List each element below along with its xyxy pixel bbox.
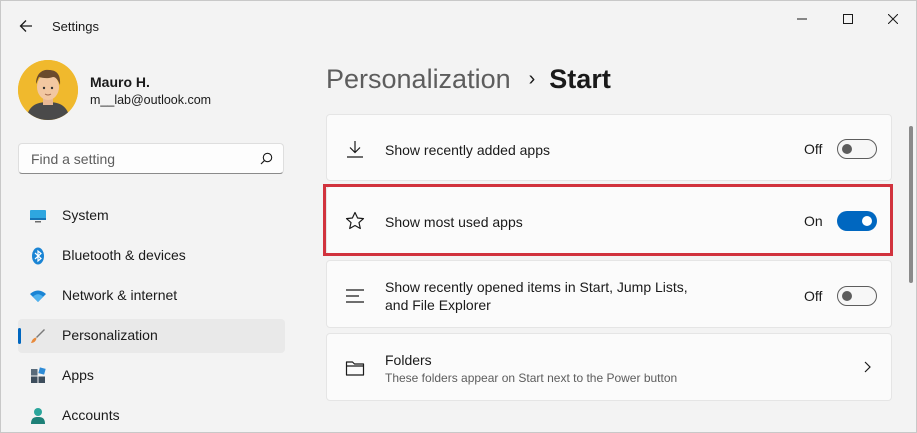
breadcrumb-separator: ›	[528, 67, 536, 90]
folder-icon	[345, 361, 365, 376]
setting-label: Folders	[385, 352, 432, 368]
maximize-button[interactable]	[828, 7, 868, 31]
person-icon	[31, 408, 45, 424]
active-indicator	[18, 328, 21, 344]
title-bar: Settings	[1, 1, 916, 51]
user-email: m__lab@outlook.com	[90, 93, 212, 107]
chevron-right-icon	[864, 361, 871, 373]
paintbrush-icon	[31, 329, 45, 343]
toggle-state-text: Off	[804, 141, 823, 157]
download-icon	[347, 141, 363, 158]
setting-label-line2: and File Explorer	[385, 297, 491, 313]
toggle-knob	[842, 144, 852, 154]
nav-label: Bluetooth & devices	[62, 247, 186, 263]
breadcrumb-parent[interactable]: Personalization	[326, 64, 511, 95]
recently-opened-toggle[interactable]	[837, 286, 877, 306]
search-input[interactable]	[29, 150, 253, 168]
nav-label: Accounts	[62, 407, 120, 423]
maximize-icon	[843, 14, 853, 24]
setting-folders[interactable]: Folders These folders appear on Start ne…	[326, 333, 892, 401]
minimize-button[interactable]	[782, 7, 822, 31]
nav-item-system[interactable]: System	[18, 199, 285, 233]
nav-item-accounts[interactable]: Accounts	[18, 399, 285, 433]
breadcrumb: Personalization › Start	[326, 59, 611, 99]
nav-label: Personalization	[62, 327, 158, 343]
avatar[interactable]	[18, 60, 78, 120]
monitor-icon	[30, 210, 46, 223]
nav-item-network[interactable]: Network & internet	[18, 279, 285, 313]
bluetooth-icon	[32, 247, 44, 265]
close-icon	[888, 14, 898, 24]
search-icon[interactable]	[260, 152, 273, 165]
setting-recently-opened-items: Show recently opened items in Start, Jum…	[326, 260, 892, 328]
setting-recently-added-apps: Show recently added apps Off	[326, 114, 892, 181]
recently-added-toggle[interactable]	[837, 139, 877, 159]
user-avatar-icon	[18, 60, 78, 120]
app-title: Settings	[52, 19, 99, 34]
apps-icon	[31, 367, 46, 383]
close-button[interactable]	[873, 7, 913, 31]
nav-label: Apps	[62, 367, 94, 383]
highlight-box	[323, 184, 893, 256]
page-title: Start	[549, 63, 611, 94]
nav-item-personalization[interactable]: Personalization	[18, 319, 285, 353]
toggle-knob	[842, 291, 852, 301]
search-box[interactable]	[18, 143, 284, 174]
setting-label: Show recently added apps	[385, 142, 550, 158]
nav-label: System	[62, 207, 109, 223]
list-icon	[346, 289, 364, 303]
setting-description: These folders appear on Start next to th…	[385, 371, 678, 385]
minimize-icon	[797, 18, 807, 20]
nav-item-bluetooth[interactable]: Bluetooth & devices	[18, 239, 285, 273]
nav-label: Network & internet	[62, 287, 178, 303]
toggle-state-text: Off	[804, 288, 823, 304]
nav-item-apps[interactable]: Apps	[18, 359, 285, 393]
user-name: Mauro H.	[90, 74, 150, 90]
scrollbar[interactable]	[909, 126, 913, 283]
back-arrow-icon	[19, 20, 32, 32]
wifi-icon	[30, 290, 46, 302]
settings-window: Settings Mauro H. m__lab@outlook.com Fin…	[0, 0, 917, 433]
setting-label-line1: Show recently opened items in Start, Jum…	[385, 279, 688, 295]
back-button[interactable]	[13, 13, 39, 39]
